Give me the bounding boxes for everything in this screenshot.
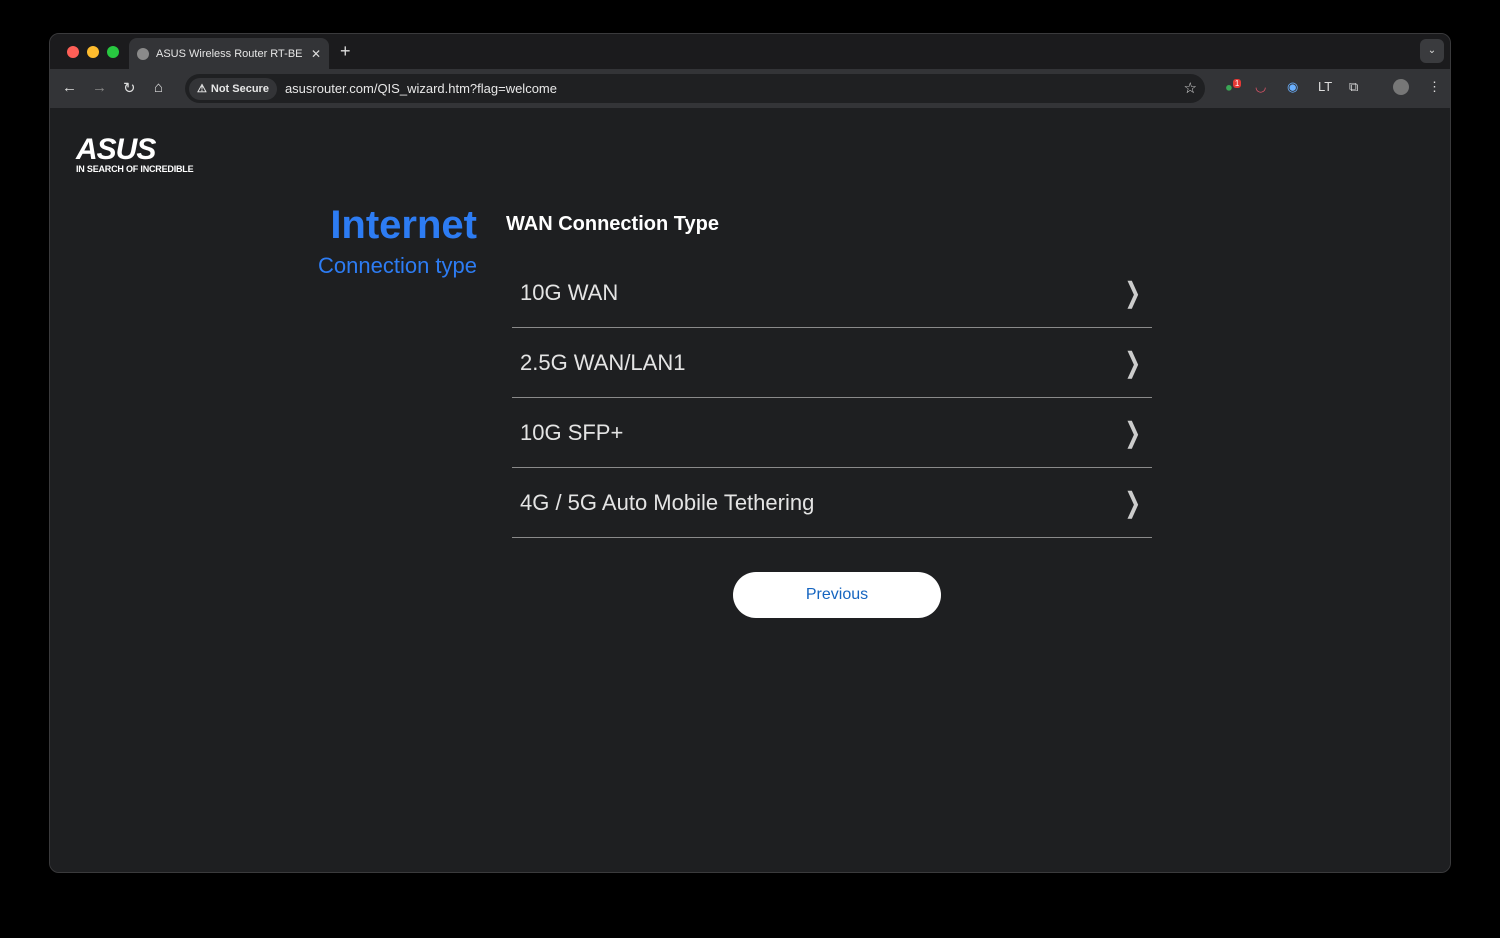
step-title: Internet bbox=[330, 203, 477, 247]
section-title: WAN Connection Type bbox=[506, 213, 719, 235]
tab-search-button[interactable]: ⌄ bbox=[1420, 39, 1444, 63]
tab-title: ASUS Wireless Router RT-BE bbox=[156, 47, 303, 60]
wan-option-10g-sfp[interactable]: 10G SFP+ ❯ bbox=[512, 398, 1152, 468]
maximize-window-button[interactable] bbox=[107, 46, 119, 58]
address-bar[interactable]: ⚠ Not Secure asusrouter.com/QIS_wizard.h… bbox=[185, 74, 1205, 103]
logo-tagline: IN SEARCH OF INCREDIBLE bbox=[76, 164, 194, 174]
reload-icon[interactable]: ↻ bbox=[123, 79, 136, 97]
step-heading: Internet Connection type bbox=[318, 201, 477, 279]
url-text[interactable]: asusrouter.com/QIS_wizard.htm?flag=welco… bbox=[285, 81, 557, 96]
previous-button[interactable]: Previous bbox=[733, 572, 941, 618]
forward-icon[interactable]: → bbox=[92, 79, 107, 96]
chevron-right-icon: ❯ bbox=[1124, 277, 1141, 308]
languagetool-icon[interactable]: LT bbox=[1318, 79, 1332, 94]
home-icon[interactable]: ⌂ bbox=[154, 79, 163, 96]
close-window-button[interactable] bbox=[67, 46, 79, 58]
asus-logo: ASUS IN SEARCH OF INCREDIBLE bbox=[76, 133, 194, 175]
profile-avatar[interactable] bbox=[1393, 79, 1409, 95]
globe-icon bbox=[137, 47, 149, 60]
extension-green-icon[interactable]: ● 1 bbox=[1225, 79, 1242, 94]
option-label: 4G / 5G Auto Mobile Tethering bbox=[520, 489, 815, 515]
menu-kebab-icon[interactable]: ⋮ bbox=[1428, 79, 1441, 95]
browser-window: ASUS Wireless Router RT-BE ✕ + ⌄ ← → ↻ ⌂… bbox=[49, 33, 1451, 873]
minimize-window-button[interactable] bbox=[87, 46, 99, 58]
wan-type-list: 10G WAN ❯ 2.5G WAN/LAN1 ❯ 10G SFP+ ❯ 4G / 5… bbox=[512, 258, 1152, 538]
page-content: ASUS IN SEARCH OF INCREDIBLE Internet Co… bbox=[50, 108, 1450, 872]
wan-option-10g-wan[interactable]: 10G WAN ❯ bbox=[512, 258, 1152, 328]
warning-icon: ⚠ bbox=[197, 83, 207, 95]
pocket-icon[interactable]: ◡ bbox=[1255, 79, 1266, 95]
browser-tab[interactable]: ASUS Wireless Router RT-BE ✕ bbox=[129, 38, 329, 69]
chevron-right-icon: ❯ bbox=[1124, 417, 1141, 448]
new-tab-button[interactable]: + bbox=[340, 41, 351, 62]
logo-word: ASUS bbox=[76, 133, 156, 166]
step-subtitle: Connection type bbox=[318, 253, 477, 278]
extension-badge: 1 bbox=[1232, 79, 1242, 88]
chevron-right-icon: ❯ bbox=[1124, 487, 1141, 518]
chevron-right-icon: ❯ bbox=[1124, 347, 1141, 378]
browser-toolbar: ← → ↻ ⌂ ⚠ Not Secure asusrouter.com/QIS_… bbox=[50, 69, 1450, 108]
security-chip[interactable]: ⚠ Not Secure bbox=[189, 77, 277, 100]
wan-option-mobile-tethering[interactable]: 4G / 5G Auto Mobile Tethering ❯ bbox=[512, 468, 1152, 538]
option-label: 10G WAN bbox=[520, 279, 619, 305]
window-controls bbox=[67, 46, 119, 58]
close-tab-icon[interactable]: ✕ bbox=[311, 47, 321, 61]
option-label: 10G SFP+ bbox=[520, 419, 624, 445]
wan-option-2-5g-wan-lan1[interactable]: 2.5G WAN/LAN1 ❯ bbox=[512, 328, 1152, 398]
back-icon[interactable]: ← bbox=[62, 79, 77, 96]
extension-blue-icon[interactable]: ◉ bbox=[1287, 79, 1298, 95]
security-label: Not Secure bbox=[210, 82, 269, 95]
option-label: 2.5G WAN/LAN1 bbox=[520, 349, 686, 375]
extensions-puzzle-icon[interactable]: ⧉ bbox=[1349, 79, 1358, 95]
tab-bar: ASUS Wireless Router RT-BE ✕ + ⌄ bbox=[50, 34, 1450, 69]
bookmark-star-icon[interactable]: ☆ bbox=[1184, 79, 1197, 97]
